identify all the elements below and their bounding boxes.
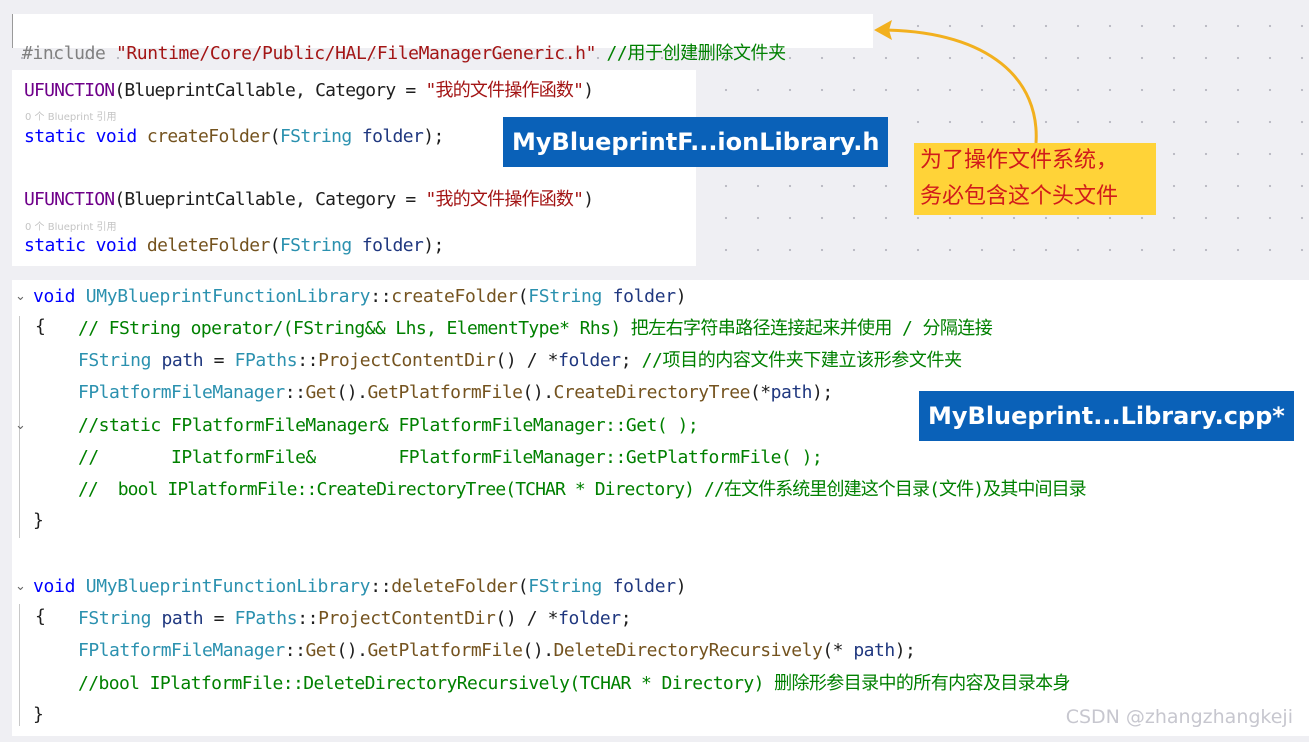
delete-line-path: FString path = FPaths::ProjectContentDir…	[78, 608, 632, 629]
open-brace: {	[35, 316, 46, 337]
blueprint-ref-hint: 0 个 Blueprint 引用	[25, 112, 117, 123]
callout-arrow-head	[874, 20, 892, 40]
header-line-1: UFUNCTION(BlueprintCallable, Category = …	[24, 80, 594, 101]
header-line-3: UFUNCTION(BlueprintCallable, Category = …	[24, 189, 594, 210]
include-line: #include "Runtime/Core/Public/HAL/FileMa…	[22, 18, 786, 66]
include-comment: //用于创建删除文件夹	[596, 43, 786, 64]
create-comment-1: // FString operator/(FString&& Lhs, Elem…	[78, 318, 993, 339]
header-line-delete: static void deleteFolder(FString folder)…	[24, 235, 444, 256]
indent-guide	[19, 604, 20, 726]
include-directive: #include	[22, 43, 116, 64]
callout-arrow-line	[885, 28, 1038, 144]
annotation-line-1: 为了操作文件系统，	[920, 148, 1119, 173]
ufunction-macro: UFUNCTION	[24, 80, 115, 101]
create-line-call: FPlatformFileManager::Get().GetPlatformF…	[78, 382, 833, 403]
watermark: CSDN @zhangzhangkeji	[1065, 706, 1293, 728]
create-comment-5: // IPlatformFile& FPlatformFileManager::…	[78, 447, 823, 468]
close-brace: }	[33, 510, 44, 531]
create-comment-4: //static FPlatformFileManager& FPlatform…	[78, 415, 699, 436]
header-line-create: static void createFolder(FString folder)…	[24, 126, 444, 147]
annotation-line-2: 务必包含这个头文件	[920, 184, 1119, 209]
include-path: "Runtime/Core/Public/HAL/FileManagerGene…	[115, 43, 597, 64]
create-comment-6: // bool IPlatformFile::CreateDirectoryTr…	[78, 479, 1087, 500]
create-signature: void UMyBlueprintFunctionLibrary::create…	[33, 286, 687, 307]
cpp-file-tab[interactable]: MyBlueprint...Library.cpp*	[919, 391, 1294, 441]
fold-toggle-icon[interactable]: ⌄	[15, 418, 26, 433]
fold-toggle-icon[interactable]: ⌄	[15, 579, 26, 594]
annotation-note: 为了操作文件系统， 务必包含这个头文件	[914, 143, 1156, 215]
close-brace: }	[33, 704, 44, 725]
header-file-tab[interactable]: MyBlueprintF...ionLibrary.h	[503, 117, 889, 167]
blueprint-ref-hint: 0 个 Blueprint 引用	[25, 222, 117, 233]
open-brace: {	[35, 606, 46, 627]
delete-line-call: FPlatformFileManager::Get().GetPlatformF…	[78, 640, 916, 661]
delete-signature: void UMyBlueprintFunctionLibrary::delete…	[33, 576, 687, 597]
fold-toggle-icon[interactable]: ⌄	[15, 289, 26, 304]
delete-comment: //bool IPlatformFile::DeleteDirectoryRec…	[78, 673, 1071, 694]
create-line-path: FString path = FPaths::ProjectContentDir…	[78, 350, 962, 371]
